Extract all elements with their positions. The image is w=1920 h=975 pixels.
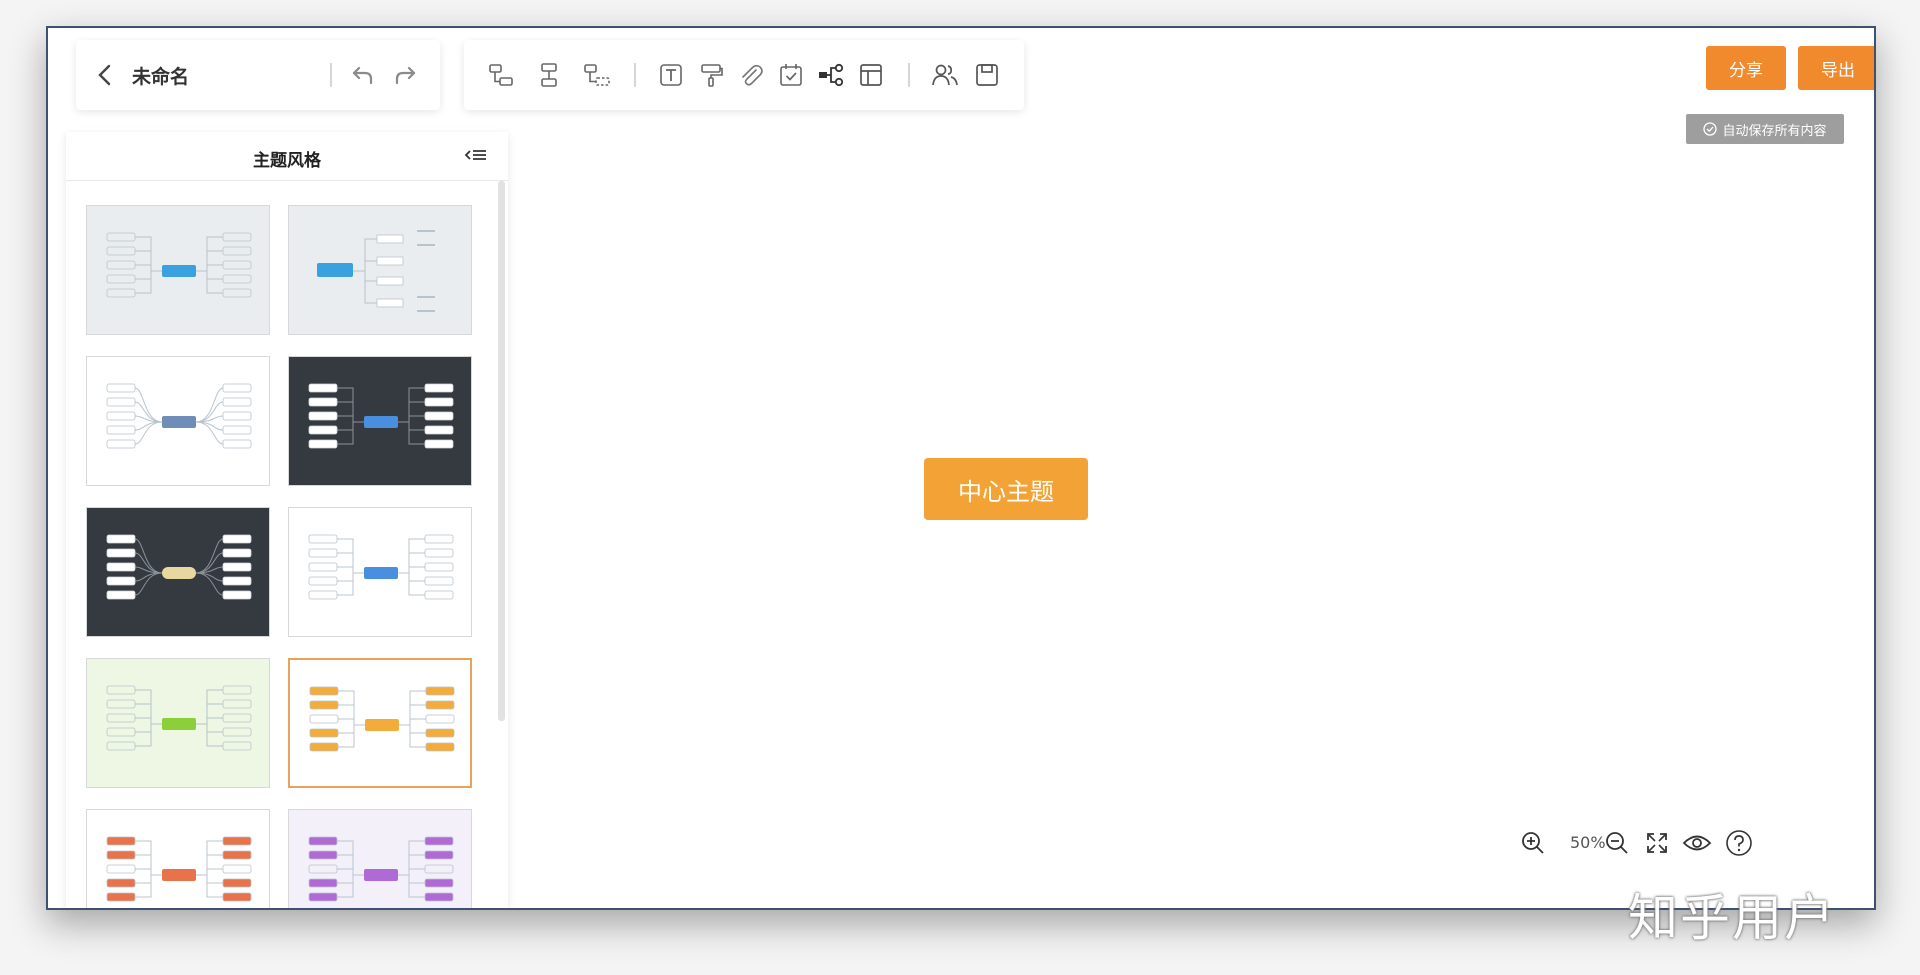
- add-sibling-icon: [541, 63, 557, 87]
- redo-button[interactable]: [388, 58, 422, 92]
- collaborate-icon: [932, 64, 958, 86]
- theme-preview: [106, 232, 252, 298]
- attachment-icon: [742, 64, 763, 86]
- add-sibling-button[interactable]: [532, 58, 566, 92]
- save-icon: [976, 64, 998, 86]
- theme-option-light-blue[interactable]: [86, 205, 270, 335]
- layout-icon: [860, 64, 882, 86]
- undo-icon: [352, 66, 373, 85]
- watermark: 知乎用户: [1628, 889, 1836, 947]
- divider: [908, 63, 910, 87]
- task-button[interactable]: [774, 58, 808, 92]
- theme-option-coral[interactable]: [86, 809, 270, 908]
- theme-option-purple[interactable]: [288, 809, 472, 908]
- panel-scrollbar[interactable]: [498, 181, 505, 721]
- zoom-out-button[interactable]: [1600, 826, 1634, 860]
- layout-button[interactable]: [854, 58, 888, 92]
- theme-preview: [308, 534, 454, 600]
- autosave-status: 自动保存所有内容: [1686, 114, 1844, 144]
- help-icon: [1726, 830, 1752, 856]
- eye-icon: [1682, 835, 1712, 851]
- center-topic-node[interactable]: 中心主题: [924, 458, 1088, 520]
- panel-header: 主题风格: [66, 132, 508, 181]
- text-icon: [660, 64, 682, 86]
- theme-preview: [317, 230, 435, 312]
- check-circle-icon: [1703, 122, 1718, 136]
- title-bar: 未命名: [76, 40, 440, 110]
- format-painter-icon: [701, 64, 723, 87]
- header-actions: 分享 导出: [1692, 36, 1874, 106]
- attachment-button[interactable]: [734, 58, 768, 92]
- redo-icon: [395, 66, 416, 85]
- toolbar: [464, 40, 1024, 110]
- app-window: 未命名 分享 导出 自动保存所有内容 主题风格 中心主题 50%: [46, 26, 1876, 910]
- theme-option-dark-blue[interactable]: [288, 356, 472, 486]
- theme-preview: [106, 836, 252, 902]
- collaborate-button[interactable]: [928, 58, 962, 92]
- format-painter-button[interactable]: [694, 58, 728, 92]
- theme-preview: [309, 686, 455, 752]
- fit-screen-button[interactable]: [1640, 826, 1674, 860]
- theme-preview: [106, 383, 252, 449]
- help-button[interactable]: [1722, 826, 1756, 860]
- back-button[interactable]: [90, 60, 120, 90]
- theme-option-green[interactable]: [86, 658, 270, 788]
- zoom-in-icon: [1522, 832, 1544, 854]
- theme-preview: [106, 685, 252, 751]
- zoom-out-icon: [1606, 832, 1628, 854]
- share-button[interactable]: 分享: [1706, 46, 1786, 90]
- task-icon: [780, 64, 802, 86]
- theme-option-white-curves[interactable]: [86, 356, 270, 486]
- theme-grid: [66, 181, 508, 908]
- undo-button[interactable]: [346, 58, 380, 92]
- text-button[interactable]: [654, 58, 688, 92]
- divider: [330, 63, 332, 87]
- structure-icon: [819, 63, 844, 87]
- zoom-in-button[interactable]: [1516, 826, 1550, 860]
- theme-option-dark-beige[interactable]: [86, 507, 270, 637]
- export-button[interactable]: 导出: [1798, 46, 1874, 90]
- theme-option-orange[interactable]: [288, 658, 472, 788]
- structure-button[interactable]: [814, 58, 848, 92]
- collapse-panel-button[interactable]: [462, 142, 494, 170]
- save-button[interactable]: [970, 58, 1004, 92]
- theme-preview: [308, 836, 454, 902]
- add-child-button[interactable]: [484, 58, 518, 92]
- add-child-icon: [489, 64, 513, 86]
- theme-preview: [308, 383, 454, 449]
- collapse-icon: [464, 150, 486, 160]
- preview-button[interactable]: [1680, 826, 1714, 860]
- chevron-left-icon: [98, 64, 111, 86]
- add-parent-button[interactable]: [580, 58, 614, 92]
- document-title[interactable]: 未命名: [132, 62, 189, 89]
- theme-option-light-blue-tree[interactable]: [288, 205, 472, 335]
- panel-title: 主题风格: [253, 151, 321, 171]
- theme-option-white-blue[interactable]: [288, 507, 472, 637]
- theme-preview: [106, 534, 252, 600]
- fit-screen-icon: [1647, 833, 1667, 853]
- theme-panel: 主题风格: [66, 132, 508, 908]
- add-parent-icon: [584, 64, 610, 86]
- divider: [634, 63, 636, 87]
- autosave-text: 自动保存所有内容: [1722, 123, 1827, 139]
